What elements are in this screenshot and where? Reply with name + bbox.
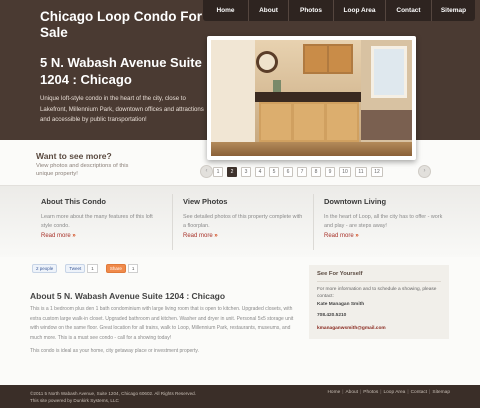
feature-downtown-title: Downtown Living xyxy=(324,197,387,206)
footer-copyright: ©2011 5 North Wabash Avenue, Suite 1204,… xyxy=(30,390,196,404)
footer-nav: Home | About | Photos | Loop Area | Contact |… xyxy=(327,390,450,395)
hero-description: Unique loft-style condo in the heart of … xyxy=(40,95,204,123)
slider-prev-button[interactable]: ‹ xyxy=(200,165,213,178)
column-divider xyxy=(313,194,314,250)
main-title: About 5 N. Wabash Avenue Suite 1204 : Ch… xyxy=(30,291,226,301)
share-count: 1 xyxy=(127,264,139,273)
feature-about-text: Learn more about the many features of th… xyxy=(41,214,153,229)
google-plus-button[interactable]: 2 people xyxy=(32,264,58,273)
powered-by-text[interactable]: This site powered by Dunkirk Systems, LL… xyxy=(30,397,196,404)
page-button-4[interactable]: 4 xyxy=(255,167,265,177)
feature-photos-title: View Photos xyxy=(183,197,228,206)
feature-downtown: Downtown Living In the heart of Loop, al… xyxy=(324,197,444,239)
sidebar-title: See For Yourself xyxy=(317,271,441,282)
feature-about: About This Condo Learn more about the ma… xyxy=(41,197,161,239)
footer-link-about[interactable]: About xyxy=(345,390,358,395)
feature-photos-read-more[interactable]: Read more » xyxy=(183,233,303,239)
nav-contact[interactable]: Contact xyxy=(385,0,431,21)
tweet-count: 1 xyxy=(87,264,98,273)
feature-photos-text: See detailed photos of this property com… xyxy=(183,214,303,229)
main-body-closing: This condo is ideal as your home, city g… xyxy=(30,348,199,354)
site-title[interactable]: Chicago Loop Condo For Sale xyxy=(40,9,210,41)
slider-pager: 1 2 3 4 5 6 7 8 9 10 11 12 xyxy=(213,167,383,177)
features-section: About This Condo Learn more about the ma… xyxy=(0,185,480,257)
page-button-11[interactable]: 11 xyxy=(355,167,367,177)
tweet-button[interactable]: Tweet xyxy=(65,264,86,273)
nav-sitemap[interactable]: Sitemap xyxy=(431,0,475,21)
hero-title: 5 N. Wabash Avenue Suite 1204 : Chicago xyxy=(40,55,202,87)
footer-link-loop-area[interactable]: Loop Area xyxy=(383,390,405,395)
tweet-group: Tweet 1 xyxy=(65,264,98,273)
share-bar: 2 people Tweet 1 Share 1 xyxy=(32,264,139,273)
page-button-12[interactable]: 12 xyxy=(371,167,383,177)
contact-phone: 708.420.5210 xyxy=(317,313,347,318)
nav-home[interactable]: Home xyxy=(203,0,248,21)
footer: ©2011 5 North Wabash Avenue, Suite 1204,… xyxy=(0,385,480,408)
condo-photo xyxy=(211,40,412,156)
feature-about-title: About This Condo xyxy=(41,197,106,206)
footer-link-home[interactable]: Home xyxy=(327,390,340,395)
main-nav: Home About Photos Loop Area Contact Site… xyxy=(203,0,475,21)
nav-photos[interactable]: Photos xyxy=(288,0,333,21)
slider-next-button[interactable]: › xyxy=(418,165,431,178)
page-button-8[interactable]: 8 xyxy=(311,167,321,177)
condo-interior-image xyxy=(211,40,412,156)
contact-name: Kate Managan Smith xyxy=(317,302,365,307)
footer-link-contact[interactable]: Contact xyxy=(411,390,428,395)
feature-about-read-more[interactable]: Read more » xyxy=(41,233,161,239)
feature-photos: View Photos See detailed photos of this … xyxy=(183,197,303,239)
contact-sidebar: See For Yourself For more information an… xyxy=(309,265,449,339)
sidebar-text: For more information and to schedule a s… xyxy=(317,287,437,299)
page-button-7[interactable]: 7 xyxy=(297,167,307,177)
page-button-1[interactable]: 1 xyxy=(213,167,223,177)
main-body: This is a 1 bedroom plus den 1 bath cond… xyxy=(30,306,294,341)
page-button-2[interactable]: 2 xyxy=(227,167,237,177)
nav-loop-area[interactable]: Loop Area xyxy=(333,0,385,21)
footer-link-sitemap[interactable]: Sitemap xyxy=(432,390,450,395)
see-more-block: Want to see more? View photos and descri… xyxy=(36,151,136,178)
nav-about[interactable]: About xyxy=(248,0,288,21)
feature-downtown-text: In the heart of Loop, all the city has t… xyxy=(324,214,443,229)
share-button[interactable]: Share xyxy=(105,264,126,273)
share-group: Share 1 xyxy=(105,264,139,273)
page-button-3[interactable]: 3 xyxy=(241,167,251,177)
page-button-9[interactable]: 9 xyxy=(325,167,335,177)
column-divider xyxy=(172,194,173,250)
feature-downtown-read-more[interactable]: Read more » xyxy=(324,233,444,239)
page-button-10[interactable]: 10 xyxy=(339,167,351,177)
contact-email-link[interactable]: kmanaganwsmith@gmail.com xyxy=(317,325,441,332)
page-button-5[interactable]: 5 xyxy=(269,167,279,177)
copyright-text: ©2011 5 North Wabash Avenue, Suite 1204,… xyxy=(30,391,196,396)
footer-link-photos[interactable]: Photos xyxy=(363,390,378,395)
hero-photo-frame[interactable] xyxy=(207,36,416,160)
page-button-6[interactable]: 6 xyxy=(283,167,293,177)
see-more-title: Want to see more? xyxy=(36,151,112,161)
see-more-subtitle: View photos and descriptions of this uni… xyxy=(36,163,129,177)
